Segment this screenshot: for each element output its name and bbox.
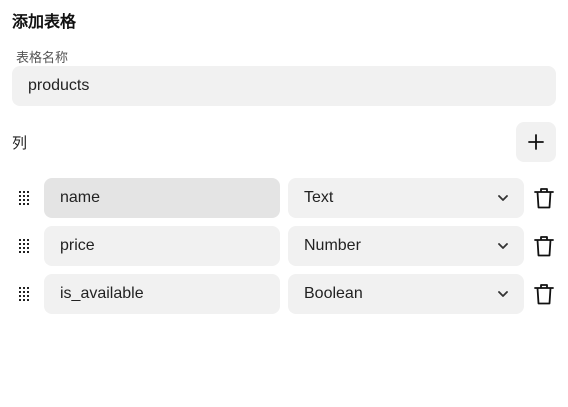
column-name-input[interactable] [44,178,280,218]
column-row: Text [0,178,568,218]
trash-icon[interactable] [533,187,555,209]
drag-handle-icon[interactable] [18,239,30,253]
column-type-select[interactable]: Text [288,178,524,218]
dialog-title: 添加表格 [12,12,77,31]
column-type-value: Text [304,189,334,206]
add-column-button[interactable] [516,122,556,162]
chevron-down-icon [498,195,508,201]
column-type-select[interactable]: Boolean [288,274,524,314]
table-name-input[interactable] [12,66,556,106]
plus-icon [528,134,544,150]
table-name-label: 表格名称 [16,51,69,66]
chevron-down-icon [498,243,508,249]
column-type-select[interactable]: Number [288,226,524,266]
trash-icon[interactable] [533,283,555,305]
column-name-input[interactable] [44,226,280,266]
drag-handle-icon[interactable] [18,191,30,205]
drag-handle-icon[interactable] [18,287,30,301]
trash-icon[interactable] [533,235,555,257]
column-row: Number [0,226,568,266]
chevron-down-icon [498,291,508,297]
column-type-value: Number [304,237,361,254]
column-type-value: Boolean [304,285,363,302]
column-name-input[interactable] [44,274,280,314]
columns-label: 列 [12,134,28,152]
column-row: Boolean [0,274,568,314]
